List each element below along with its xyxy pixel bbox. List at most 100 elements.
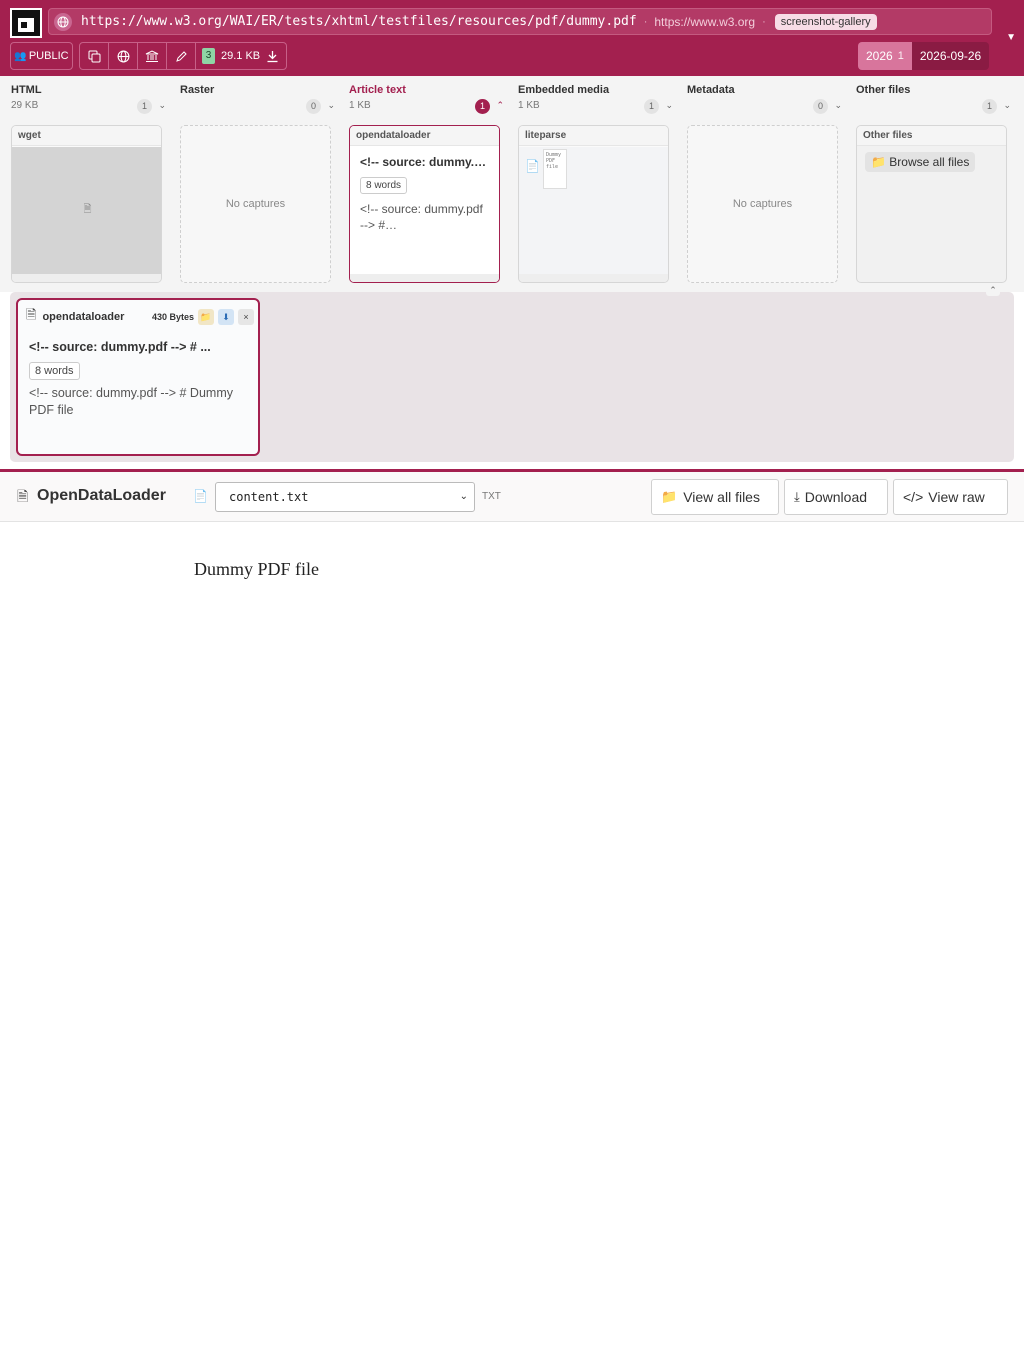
- snapshot-count-badge: 3: [202, 48, 215, 64]
- view-all-files-button[interactable]: 📁 View all files: [651, 479, 779, 515]
- detail-name: opendataloader: [42, 311, 125, 323]
- empty-capture-card: No captures: [687, 125, 838, 283]
- column-title: Other files: [856, 84, 911, 96]
- total-size: 29.1 KB: [221, 50, 261, 62]
- column-title: Article text: [349, 84, 406, 96]
- snapshot-toolbar: 3 29.1 KB: [79, 42, 287, 70]
- card-footer: [350, 274, 499, 282]
- column-article-text: Article text 1 KB 1 ⌃ opendataloader <!-…: [349, 76, 504, 286]
- column-title: Raster: [180, 84, 215, 96]
- detail-header: 🗎 opendataloader 430 Bytes 📁 ⬇ ×: [26, 307, 254, 326]
- visibility-public-button[interactable]: 👥 PUBLIC: [10, 42, 73, 70]
- collapse-panel-icon[interactable]: ⌃: [986, 284, 1000, 296]
- chevron-down-icon[interactable]: ⌄: [834, 100, 842, 111]
- download-icon: ⬇: [222, 311, 230, 322]
- copy-button[interactable]: [80, 43, 109, 69]
- code-icon: </>: [903, 489, 924, 505]
- card-footer: [12, 274, 161, 282]
- chevron-down-icon[interactable]: ⌄: [327, 100, 335, 111]
- capture-columns: HTML 29 KB 1 ⌄ wget 🗎 Raster 0 ⌄ No capt…: [0, 76, 1024, 292]
- column-title: Embedded media: [518, 84, 610, 96]
- viewer-title: OpenDataLoader: [37, 487, 166, 504]
- download-icon: [267, 50, 278, 62]
- browse-label: Browse all files: [889, 155, 970, 169]
- download-label: Download: [804, 489, 868, 505]
- document-content: Dummy PDF file: [194, 559, 320, 579]
- edit-button[interactable]: [167, 43, 196, 69]
- expanded-capture-panel: ⌃ 🗎 opendataloader 430 Bytes 📁 ⬇ × <!-- …: [10, 284, 1014, 462]
- archive-button[interactable]: [138, 43, 167, 69]
- file-type-label: TXT: [482, 491, 501, 502]
- viewer-toolbar: 🗎 OpenDataLoader 📄 content.txt ⌄ TXT 📁 V…: [0, 472, 1024, 522]
- card-footer: [519, 274, 668, 282]
- download-icon: ⤓: [794, 489, 800, 504]
- date-button[interactable]: 2026-09-26: [911, 42, 990, 70]
- download-all-button[interactable]: 3 29.1 KB: [196, 48, 279, 64]
- column-html: HTML 29 KB 1 ⌄ wget 🗎: [11, 76, 166, 286]
- column-count-badge: 1: [644, 99, 659, 114]
- chevron-down-icon[interactable]: ⌄: [665, 100, 673, 111]
- file-icon: 🗎: [83, 204, 92, 215]
- column-embedded-media: Embedded media 1 KB 1 ⌄ liteparse 📄 Dumm…: [518, 76, 673, 286]
- column-count-badge: 0: [813, 99, 828, 114]
- file-select-value: content.txt: [229, 490, 309, 504]
- view-raw-label: View raw: [928, 489, 985, 505]
- detail-size: 430 Bytes: [151, 312, 194, 322]
- browse-all-files-button[interactable]: 📁 Browse all files: [865, 152, 976, 172]
- folder-icon: 📁: [871, 155, 886, 169]
- detail-body: <!-- source: dummy.pdf --> # Dummy PDF f…: [29, 386, 233, 417]
- column-count-badge: 1: [475, 99, 490, 114]
- globe-icon: [117, 50, 129, 62]
- open-folder-button[interactable]: 📁: [198, 309, 214, 325]
- pdf-page-thumbnail: Dummy PDF file: [543, 149, 567, 189]
- column-size: 1 KB: [518, 100, 540, 111]
- copy-icon: [88, 50, 100, 62]
- view-all-files-label: View all files: [683, 489, 760, 505]
- capture-card-wget[interactable]: wget 🗎: [11, 125, 162, 283]
- url-separator: ·: [762, 15, 766, 28]
- column-title: Metadata: [687, 84, 735, 96]
- url-text[interactable]: https://www.w3.org/WAI/ER/tests/xhtml/te…: [81, 14, 637, 29]
- url-domain[interactable]: https://www.w3.org: [654, 15, 755, 29]
- close-button[interactable]: ×: [238, 309, 254, 325]
- close-icon: ×: [243, 312, 249, 322]
- chevron-up-icon[interactable]: ⌃: [496, 100, 504, 111]
- column-title: HTML: [11, 84, 42, 96]
- url-bar[interactable]: https://www.w3.org/WAI/ER/tests/xhtml/te…: [48, 8, 992, 35]
- chevron-down-icon: ⌄: [459, 491, 468, 502]
- year-button[interactable]: 2026 1: [858, 42, 912, 70]
- capture-card-liteparse[interactable]: liteparse 📄 Dummy PDF file: [518, 125, 669, 283]
- header-menu-caret-icon[interactable]: ▼: [1006, 32, 1016, 43]
- column-count-badge: 0: [306, 99, 321, 114]
- open-original-button[interactable]: [109, 43, 138, 69]
- file-select[interactable]: content.txt ⌄: [215, 482, 475, 512]
- capture-detail-card[interactable]: 🗎 opendataloader 430 Bytes 📁 ⬇ × <!-- so…: [16, 298, 260, 456]
- folder-icon: 📁: [200, 311, 212, 322]
- capture-card-opendataloader[interactable]: opendataloader <!-- source: dummy.pdf --…: [349, 125, 500, 283]
- card-label: wget: [12, 126, 161, 146]
- document-icon: 📄: [193, 489, 208, 503]
- chevron-down-icon[interactable]: ⌄: [1003, 100, 1011, 111]
- download-button[interactable]: ⤓ Download: [784, 479, 888, 515]
- app-logo[interactable]: [10, 8, 42, 38]
- preview-placeholder: 🗎: [12, 147, 161, 274]
- top-header: https://www.w3.org/WAI/ER/tests/xhtml/te…: [0, 0, 1024, 76]
- document-icon: 📄: [525, 159, 540, 173]
- capture-card-other-files: Other files 📁 Browse all files: [856, 125, 1007, 283]
- column-size: 29 KB: [11, 100, 39, 111]
- collection-tag[interactable]: screenshot-gallery: [774, 13, 877, 30]
- download-button[interactable]: ⬇: [218, 309, 234, 325]
- globe-icon: [54, 12, 72, 31]
- card-label: Other files: [857, 126, 1006, 146]
- view-raw-button[interactable]: </> View raw: [893, 479, 1008, 515]
- column-metadata: Metadata 0 ⌄ No captures: [687, 76, 842, 286]
- column-other-files: Other files 1 ⌄ Other files 📁 Browse all…: [856, 76, 1011, 286]
- file-icon: 🗎: [17, 488, 29, 504]
- card-label: liteparse: [519, 126, 668, 146]
- word-count-pill: 8 words: [29, 362, 80, 380]
- file-icon: 🗎: [26, 307, 37, 322]
- word-count-pill: 8 words: [360, 177, 408, 194]
- media-thumbnail: 📄 Dummy PDF file: [519, 147, 668, 275]
- column-raster: Raster 0 ⌄ No captures: [180, 76, 335, 286]
- chevron-down-icon[interactable]: ⌄: [158, 100, 166, 111]
